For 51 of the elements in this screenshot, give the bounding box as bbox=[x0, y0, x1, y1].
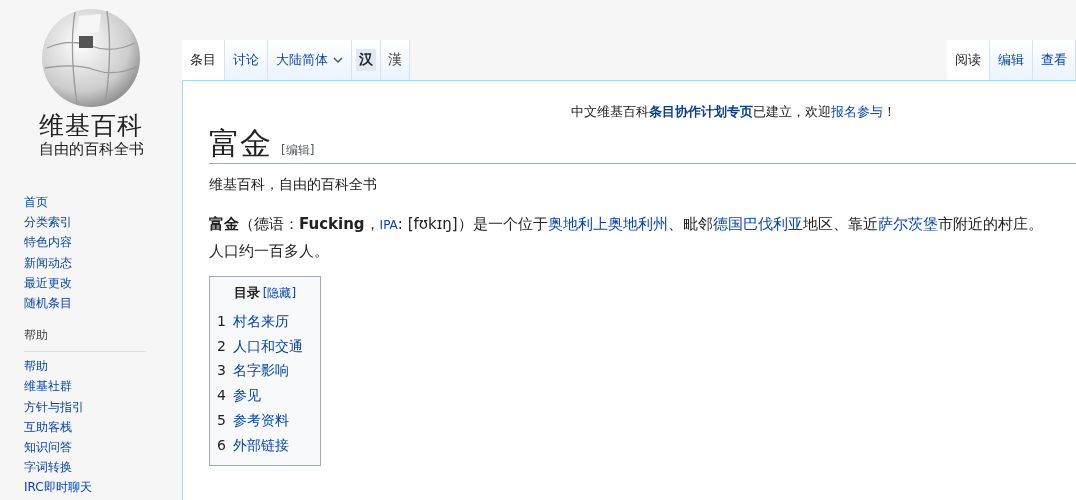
view-tab[interactable]: 编辑 bbox=[990, 40, 1033, 80]
view-tab[interactable]: 阅读 bbox=[947, 40, 990, 80]
article-tagline: 维基百科，自由的百科全书 bbox=[209, 175, 378, 194]
toc-link[interactable]: 外部链接 bbox=[232, 432, 289, 458]
sidebar-link[interactable]: 方针与指引 bbox=[24, 396, 182, 417]
logo-subtitle: 自由的百科全书 bbox=[38, 140, 144, 158]
article-link[interactable]: 报名参与 bbox=[831, 104, 883, 119]
script-toggle[interactable]: 汉 bbox=[356, 49, 376, 71]
page-tab[interactable]: 条目 bbox=[182, 40, 225, 80]
sidebar-link[interactable]: 新闻动态 bbox=[24, 252, 182, 273]
article-link[interactable]: 德国 bbox=[712, 215, 743, 233]
article-link[interactable]: 奥地利 bbox=[547, 215, 593, 233]
sidebar-link[interactable]: IRC即时聊天 bbox=[24, 477, 182, 498]
variant-dropdown[interactable]: 大陆简体 bbox=[268, 40, 352, 80]
sidebar-link[interactable]: 特色内容 bbox=[24, 232, 182, 253]
sidebar-link[interactable]: 字词转换 bbox=[24, 457, 182, 478]
sidebar-heading: 帮助 bbox=[24, 325, 146, 353]
sidebar-link[interactable]: 随机条目 bbox=[24, 293, 182, 314]
toc-link[interactable]: 人口和交通 bbox=[232, 333, 303, 359]
article-paragraph: 富金（德语：Fucking，IPA: [fʊkɪŋ]）是一个位于奥地利上奥地利州、毗邻德国巴伐利亚地区、靠近萨尔茨堡市附近的村庄。人口约一百多人。 bbox=[209, 214, 1044, 262]
toc-link[interactable]: 村名来历 bbox=[232, 309, 289, 334]
toc-number: 6 bbox=[217, 435, 226, 455]
toc-link[interactable]: 名字影响 bbox=[232, 358, 289, 384]
toc-link[interactable]: 参见 bbox=[232, 383, 261, 408]
toc-toggle[interactable]: [隐藏] bbox=[262, 283, 297, 303]
toc-number: 5 bbox=[217, 410, 226, 430]
article-link[interactable]: 条目协作计划专页 bbox=[649, 104, 753, 119]
view-tab[interactable]: 查看 bbox=[1033, 40, 1076, 80]
sidebar-link[interactable]: 帮助 bbox=[24, 356, 182, 377]
toc-title: 目录 bbox=[233, 284, 260, 302]
toc-number: 4 bbox=[217, 386, 226, 406]
article-link[interactable]: 上奥地利州 bbox=[592, 215, 668, 233]
sidebar-link[interactable]: 互助客栈 bbox=[24, 416, 182, 438]
site-notice: 中文维基百科条目协作计划专页已建立，欢迎报名参与！ bbox=[570, 103, 897, 121]
toc-number: 3 bbox=[217, 361, 226, 381]
sidebar-link[interactable]: 维基社群 bbox=[24, 376, 182, 397]
article-link[interactable]: 巴伐利亚 bbox=[742, 215, 803, 233]
sidebar-link[interactable]: 分类索引 bbox=[24, 212, 182, 233]
toc-number: 1 bbox=[217, 312, 226, 331]
caret-icon bbox=[333, 56, 343, 64]
sidebar-link[interactable]: 知识问答 bbox=[24, 437, 182, 458]
sidebar-link[interactable]: 最近更改 bbox=[24, 272, 182, 293]
logo-title: 维基百科 bbox=[39, 112, 143, 140]
page-tab[interactable]: 讨论 bbox=[225, 40, 268, 80]
article-link[interactable]: 萨尔茨堡 bbox=[877, 215, 938, 233]
toc-link[interactable]: 参考资料 bbox=[232, 407, 289, 433]
article-title: 富金 bbox=[209, 124, 271, 163]
edit-link[interactable]: [编辑] bbox=[281, 142, 315, 159]
sidebar-link[interactable]: 首页 bbox=[24, 192, 182, 213]
ipa-link[interactable]: IPA bbox=[379, 218, 398, 232]
toc-number: 2 bbox=[217, 336, 226, 356]
